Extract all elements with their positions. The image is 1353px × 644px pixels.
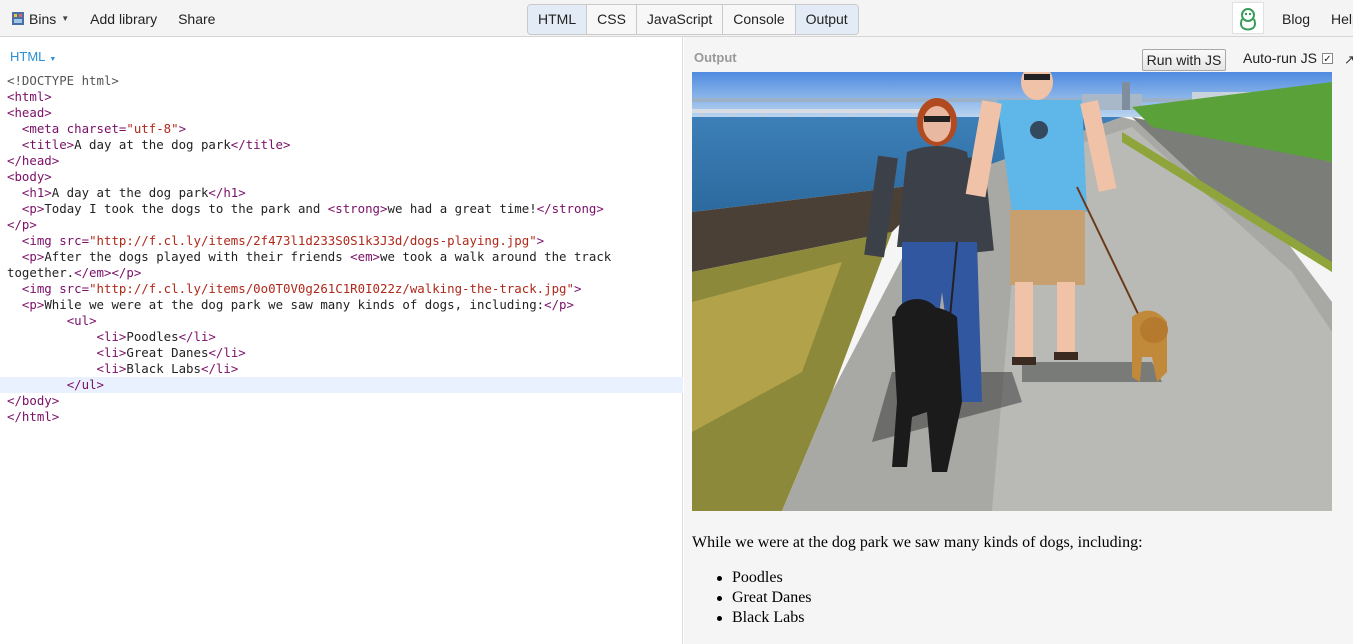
code-line[interactable]: </head>	[0, 153, 683, 169]
list-item: Black Labs	[717, 608, 812, 628]
code-line[interactable]: <body>	[0, 169, 683, 185]
code-line[interactable]: <head>	[0, 105, 683, 121]
jsbin-logo[interactable]	[1232, 2, 1264, 34]
code-line[interactable]: <img src="http://f.cl.ly/items/0o0T0V0g2…	[0, 281, 683, 297]
code-line[interactable]: <html>	[0, 89, 683, 105]
html-panel-label: HTML	[10, 49, 46, 64]
auto-run-label: Auto-run JS	[1243, 50, 1317, 66]
top-toolbar: Bins ▼ Add library Share HTML CSS JavaSc…	[0, 0, 1353, 37]
output-paragraph: While we were at the dog park we saw man…	[692, 534, 1143, 551]
code-line[interactable]: <p>Today I took the dogs to the park and…	[0, 201, 683, 217]
auto-run-checkbox[interactable]: ✓	[1321, 52, 1333, 65]
bins-menu[interactable]: Bins ▼	[12, 11, 69, 27]
code-line[interactable]: <li>Black Labs</li>	[0, 361, 683, 377]
panel-tabs: HTML CSS JavaScript Console Output	[527, 4, 859, 35]
code-line[interactable]: </html>	[0, 409, 683, 425]
list-item: Poodles	[717, 568, 812, 588]
code-line[interactable]: </body>	[0, 393, 683, 409]
code-line[interactable]: <p>After the dogs played with their frie…	[0, 249, 683, 281]
add-library-button[interactable]: Add library	[90, 11, 157, 27]
blog-link[interactable]: Blog	[1282, 11, 1310, 27]
bins-icon	[12, 12, 24, 25]
code-line[interactable]: <p>While we were at the dog park we saw …	[0, 297, 683, 313]
code-line[interactable]: <title>A day at the dog park</title>	[0, 137, 683, 153]
code-editor[interactable]: <!DOCTYPE html> <html> <head> <meta charse…	[0, 73, 683, 425]
output-panel-label: Output	[694, 50, 737, 65]
code-line[interactable]: <h1>A day at the dog park</h1>	[0, 185, 683, 201]
run-with-js-button[interactable]: Run with JS	[1142, 49, 1226, 71]
auto-run-js-toggle[interactable]: Auto-run JS ✓	[1243, 50, 1333, 66]
code-line[interactable]: <!DOCTYPE html>	[0, 73, 683, 89]
expand-arrow-icon[interactable]: ↗	[1344, 52, 1353, 68]
chevron-down-icon: ▼	[61, 14, 70, 23]
bins-label: Bins	[29, 10, 57, 27]
tab-css[interactable]: CSS	[587, 5, 637, 34]
toolbar-left: Bins ▼ Add library Share	[12, 0, 236, 37]
code-line[interactable]: <li>Great Danes</li>	[0, 345, 683, 361]
code-line[interactable]: </p>	[0, 217, 683, 233]
code-line[interactable]: <ul>	[0, 313, 683, 329]
help-link[interactable]: Help	[1331, 11, 1353, 27]
tab-output[interactable]: Output	[795, 5, 858, 34]
chevron-down-icon: ▼	[49, 56, 57, 63]
html-editor-panel: HTML ▼ <!DOCTYPE html> <html> <head> <meta …	[0, 37, 683, 644]
share-button[interactable]: Share	[178, 11, 215, 27]
code-line[interactable]: <meta charset="utf-8">	[0, 121, 683, 137]
code-line[interactable]: </ul>	[0, 377, 683, 393]
tab-javascript[interactable]: JavaScript	[637, 5, 724, 34]
output-dog-list: Poodles Great Danes Black Labs	[717, 568, 812, 628]
code-line[interactable]: <img src="http://f.cl.ly/items/2f473l1d2…	[0, 233, 683, 249]
list-item: Great Danes	[717, 589, 812, 606]
tab-console[interactable]: Console	[723, 5, 796, 34]
toolbar-right: Blog Help	[1282, 0, 1353, 37]
code-line[interactable]: <li>Poodles</li>	[0, 329, 683, 345]
walking-the-track-image	[692, 72, 1332, 511]
html-panel-menu[interactable]: HTML ▼	[10, 49, 56, 64]
tab-html[interactable]: HTML	[528, 5, 588, 34]
output-panel: Output Run with JS Auto-run JS ✓ ↗ While…	[684, 37, 1353, 644]
